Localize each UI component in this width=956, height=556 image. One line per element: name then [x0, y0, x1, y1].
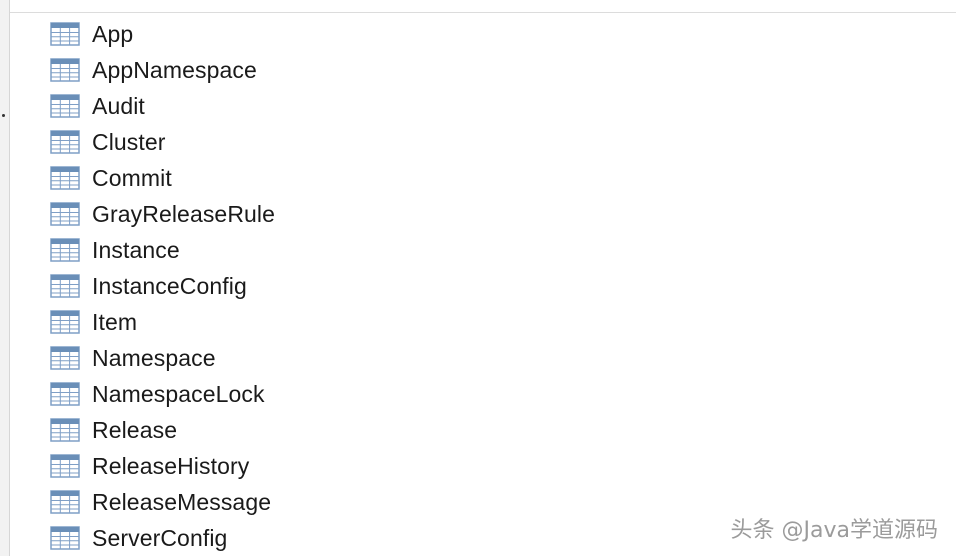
- table-name: Item: [92, 309, 138, 335]
- table-icon: [50, 490, 80, 514]
- list-item[interactable]: Release: [50, 412, 275, 448]
- table-icon: [50, 130, 80, 154]
- table-icon: [50, 310, 80, 334]
- table-name: Namespace: [92, 345, 216, 371]
- list-item[interactable]: Commit: [50, 160, 275, 196]
- table-name: Commit: [92, 165, 172, 191]
- watermark: 头条 @Java学道源码: [730, 518, 938, 543]
- table-name: AppNamespace: [92, 57, 257, 83]
- table-icon: [50, 94, 80, 118]
- table-name: Instance: [92, 237, 180, 263]
- gutter-marker: [2, 114, 5, 117]
- list-item[interactable]: Cluster: [50, 124, 275, 160]
- table-name: ReleaseMessage: [92, 489, 272, 515]
- table-name: Release: [92, 417, 178, 443]
- table-icon: [50, 454, 80, 478]
- list-item[interactable]: NamespaceLock: [50, 376, 275, 412]
- list-item[interactable]: AppNamespace: [50, 52, 275, 88]
- list-item[interactable]: Instance: [50, 232, 275, 268]
- table-name: ReleaseHistory: [92, 453, 250, 479]
- table-icon: [50, 274, 80, 298]
- list-item[interactable]: Item: [50, 304, 275, 340]
- table-name: GrayReleaseRule: [92, 201, 276, 227]
- table-icon: [50, 166, 80, 190]
- list-item[interactable]: App: [50, 16, 275, 52]
- list-item[interactable]: Namespace: [50, 340, 275, 376]
- table-icon: [50, 58, 80, 82]
- left-panel-edge: [0, 0, 10, 556]
- table-list: App AppNamespace Audit Cluster Commit Gr…: [50, 16, 275, 556]
- list-item[interactable]: Audit: [50, 88, 275, 124]
- table-name: Cluster: [92, 129, 166, 155]
- list-item[interactable]: GrayReleaseRule: [50, 196, 275, 232]
- table-name: Audit: [92, 93, 145, 119]
- table-icon: [50, 202, 80, 226]
- table-name: App: [92, 21, 134, 47]
- table-name: NamespaceLock: [92, 381, 265, 407]
- table-name: ServerConfig: [92, 525, 228, 551]
- list-item[interactable]: InstanceConfig: [50, 268, 275, 304]
- table-icon: [50, 238, 80, 262]
- table-name: InstanceConfig: [92, 273, 247, 299]
- list-item[interactable]: ReleaseHistory: [50, 448, 275, 484]
- table-icon: [50, 526, 80, 550]
- list-item[interactable]: ReleaseMessage: [50, 484, 275, 520]
- top-divider: [10, 12, 956, 13]
- table-icon: [50, 382, 80, 406]
- table-icon: [50, 418, 80, 442]
- list-item[interactable]: ServerConfig: [50, 520, 275, 556]
- table-icon: [50, 346, 80, 370]
- table-icon: [50, 22, 80, 46]
